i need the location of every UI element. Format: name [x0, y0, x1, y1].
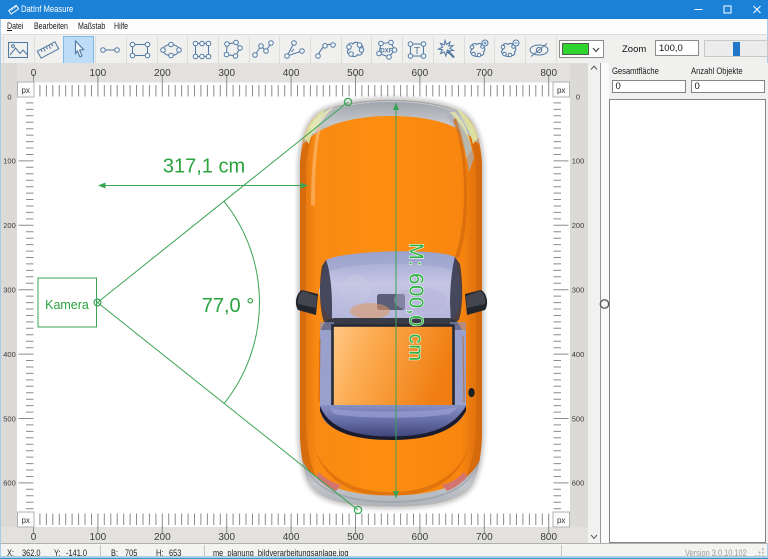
svg-text:px: px [557, 516, 565, 525]
svg-text:200: 200 [3, 221, 16, 230]
svg-text:200: 200 [154, 68, 171, 79]
svg-text:300: 300 [218, 68, 235, 79]
svg-text:100: 100 [90, 68, 107, 79]
svg-text:800: 800 [540, 68, 557, 79]
svg-text:700: 700 [476, 68, 493, 79]
svg-text:77,0 °: 77,0 ° [202, 295, 254, 317]
svg-text:700: 700 [476, 532, 493, 543]
svg-text:100: 100 [90, 532, 107, 543]
svg-text:400: 400 [283, 532, 300, 543]
svg-text:600: 600 [412, 68, 429, 79]
svg-text:400: 400 [572, 350, 585, 359]
svg-text:500: 500 [347, 68, 364, 79]
svg-text:600: 600 [412, 532, 429, 543]
svg-text:500: 500 [572, 414, 585, 423]
svg-text:500: 500 [3, 414, 16, 423]
svg-text:200: 200 [572, 221, 585, 230]
svg-text:200: 200 [154, 532, 171, 543]
svg-text:600: 600 [3, 479, 16, 488]
svg-text:500: 500 [347, 532, 364, 543]
svg-text:300: 300 [572, 286, 585, 295]
svg-text:DXF: DXF [380, 48, 393, 55]
svg-text:100: 100 [3, 157, 16, 166]
svg-text:0: 0 [31, 68, 37, 79]
svg-text:300: 300 [218, 532, 235, 543]
svg-text:Kamera: Kamera [45, 298, 89, 312]
svg-text:px: px [557, 86, 565, 95]
svg-text:0: 0 [31, 532, 37, 543]
svg-text:800: 800 [540, 532, 557, 543]
svg-text:400: 400 [3, 350, 16, 359]
svg-text:M: 600,0 cm: M: 600,0 cm [405, 243, 427, 362]
svg-text:T: T [414, 46, 420, 57]
svg-text:100: 100 [572, 157, 585, 166]
svg-text:px: px [21, 516, 29, 525]
svg-text:0: 0 [7, 92, 11, 101]
svg-text:400: 400 [283, 68, 300, 79]
svg-text:600: 600 [572, 479, 585, 488]
svg-text:0: 0 [576, 92, 580, 101]
svg-text:300: 300 [3, 286, 16, 295]
svg-text:317,1 cm: 317,1 cm [163, 156, 245, 178]
svg-text:px: px [21, 86, 29, 95]
